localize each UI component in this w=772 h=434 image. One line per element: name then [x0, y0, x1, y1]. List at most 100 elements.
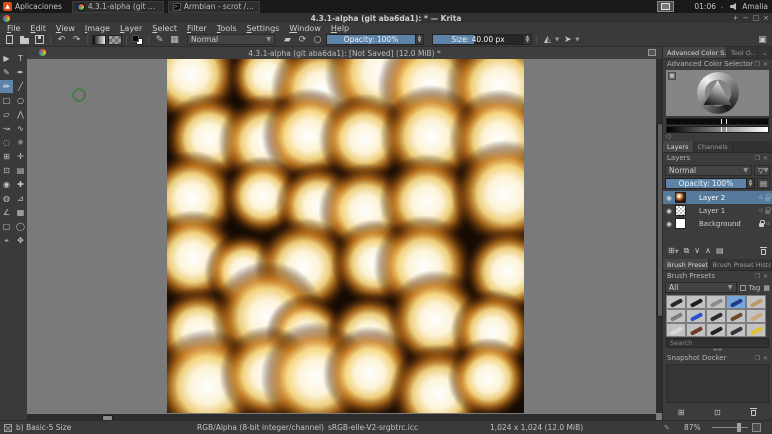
brush-preset-11[interactable] [686, 323, 706, 337]
opacity-spinner[interactable]: ▲▼ [415, 35, 423, 44]
lock-icon[interactable] [759, 223, 764, 227]
snapshot-docker-header[interactable]: Snapshot Docker ❐✕ [663, 353, 772, 363]
taskbar-window-krita[interactable]: 4.3.1-alpha (git aba6da1... [72, 1, 164, 13]
brush-preset-12[interactable] [706, 323, 726, 337]
add-layer-button[interactable]: ⊞▼ [668, 246, 679, 255]
close-docker-icon[interactable]: ✕ [763, 61, 768, 68]
tool-line[interactable]: ╱ [14, 80, 27, 93]
tool-rect-select[interactable]: ▢ [0, 220, 13, 233]
brush-docker-header[interactable]: Brush Presets ❐✕ [663, 271, 772, 281]
create-snapshot-button[interactable]: ⊞ [678, 408, 685, 417]
menu-image[interactable]: Image [80, 24, 115, 33]
tool-color-sampler[interactable]: ◉ [0, 178, 13, 191]
tool-text[interactable]: T [14, 52, 27, 65]
system-tray-icon[interactable] [657, 1, 674, 12]
layer-opacity-slider[interactable]: Opacity: 100% ▲▼ [665, 178, 755, 189]
menu-window[interactable]: Window [284, 24, 326, 33]
document-tab-bar[interactable]: 4.3.1-alpha (git aba6da1): [Not Saved] (… [27, 47, 662, 59]
layers-docker-header[interactable]: Layers ❐✕ [663, 153, 772, 163]
tab-overflow-button[interactable]: ⌄ [758, 47, 772, 58]
layer-options-button[interactable]: ▤ [757, 178, 770, 189]
lock-icon[interactable] [765, 210, 770, 214]
redo-button[interactable]: ↷ [70, 34, 83, 46]
tab-advanced-color-selector[interactable]: Advanced Color S... [663, 47, 727, 58]
tool-bezier-curve[interactable]: ↝ [0, 122, 13, 135]
brush-preset-9[interactable] [746, 309, 766, 323]
tool-polyline[interactable]: ⋀ [14, 108, 27, 121]
color-history-icon[interactable]: ○ [666, 133, 671, 140]
tool-transform[interactable]: ⊞ [0, 150, 13, 163]
window-pin-button[interactable]: + [733, 14, 739, 22]
tab-tool-options[interactable]: Tool O... [727, 47, 758, 58]
selection-indicator-icon[interactable] [4, 424, 12, 432]
brush-preset-10[interactable] [666, 323, 686, 337]
layer-row-background[interactable]: ◉ Background α [663, 217, 772, 230]
brush-preset-7[interactable] [706, 309, 726, 323]
tool-polygon[interactable]: ▱ [0, 108, 13, 121]
menu-tools[interactable]: Tools [212, 24, 242, 33]
tool-calligraphy[interactable]: ✒ [14, 66, 27, 79]
clock[interactable]: 01:06 [694, 2, 716, 11]
new-document-button[interactable] [3, 34, 16, 46]
taskbar-window-terminal[interactable]: >_ Armbian - scrot /home/a... [168, 1, 260, 13]
tool-multibrush[interactable]: ✳ [14, 136, 27, 149]
size-slider[interactable]: Size: 40.00 px ▲▼ [432, 34, 532, 45]
open-document-button[interactable] [18, 34, 31, 46]
pattern-chooser[interactable] [108, 35, 122, 45]
preset-display-mode-icon[interactable]: ▦ [763, 284, 770, 292]
tool-crop[interactable]: ⊡ [0, 164, 13, 177]
layer-properties-button[interactable]: ▤ [716, 246, 724, 255]
tab-channels[interactable]: Channels [694, 141, 733, 152]
move-layer-up-button[interactable]: ∧ [705, 246, 711, 255]
brush-preset-0[interactable] [666, 295, 686, 309]
brush-preset-14[interactable] [746, 323, 766, 337]
switch-snapshot-button[interactable]: ⊡ [714, 408, 721, 417]
workspace-chooser-button[interactable]: ▣ [756, 34, 769, 46]
tool-smart-patch[interactable]: ✚ [14, 178, 27, 191]
visibility-eye-icon[interactable]: ◉ [665, 220, 673, 228]
tool-move[interactable]: ✛ [14, 150, 27, 163]
layer-row-layer1[interactable]: ◉ Layer 1 α [663, 204, 772, 217]
close-docker-icon[interactable]: ✕ [763, 355, 768, 362]
delete-layer-button[interactable] [760, 247, 767, 255]
reload-preset-button[interactable]: ⟳ [296, 34, 309, 46]
float-docker-icon[interactable]: ❐ [755, 355, 760, 362]
snapshot-list[interactable] [666, 364, 769, 403]
visibility-eye-icon[interactable]: ◉ [665, 194, 673, 202]
tool-freehand-brush[interactable]: ✏ [0, 80, 13, 93]
menu-settings[interactable]: Settings [242, 24, 285, 33]
canvas-image[interactable] [167, 59, 524, 413]
menu-file[interactable]: File [2, 24, 25, 33]
brush-preset-3[interactable] [726, 295, 746, 309]
brush-preset-2[interactable] [706, 295, 726, 309]
tool-fill[interactable]: ◍ [0, 192, 13, 205]
pen-pressure-icon[interactable]: ✎ [664, 424, 670, 432]
color-selector-widget[interactable]: ▦ [666, 70, 769, 116]
panel-chevron-icon[interactable]: ⌄ [720, 4, 724, 10]
menu-edit[interactable]: Edit [25, 24, 51, 33]
tab-brush-presets[interactable]: Brush Presets [663, 259, 709, 270]
layer-row-layer2[interactable]: ◉ Layer 2 α [663, 191, 772, 204]
fg-bg-colors[interactable] [131, 34, 144, 46]
window-close-button[interactable]: × [763, 14, 769, 22]
value-strip-1[interactable] [666, 118, 769, 125]
visibility-eye-icon[interactable]: ◉ [665, 207, 673, 215]
brush-preset-1[interactable] [686, 295, 706, 309]
tool-select-shapes[interactable]: ▶ [0, 52, 13, 65]
preset-filter-select[interactable]: All ▼ [665, 282, 737, 293]
tool-gradient[interactable]: ▤ [14, 164, 27, 177]
brush-preset-5[interactable] [666, 309, 686, 323]
window-maximize-button[interactable]: □ [753, 14, 760, 22]
tag-checkbox[interactable] [740, 285, 746, 291]
brush-preset-8[interactable] [726, 309, 746, 323]
tool-rectangle[interactable]: □ [0, 94, 13, 107]
zoom-slider[interactable] [712, 427, 748, 428]
tool-freehand-path[interactable]: ∿ [14, 122, 27, 135]
float-docker-icon[interactable]: ❐ [755, 273, 760, 280]
eraser-mode-button[interactable]: ▰ [281, 34, 294, 46]
wrap-around-button[interactable]: ➤ ▼ [561, 34, 579, 46]
brush-presets-button[interactable]: ▦ [168, 34, 181, 46]
save-button[interactable] [33, 34, 46, 46]
close-docker-icon[interactable]: ✕ [763, 155, 768, 162]
brush-preset-4[interactable] [746, 295, 766, 309]
